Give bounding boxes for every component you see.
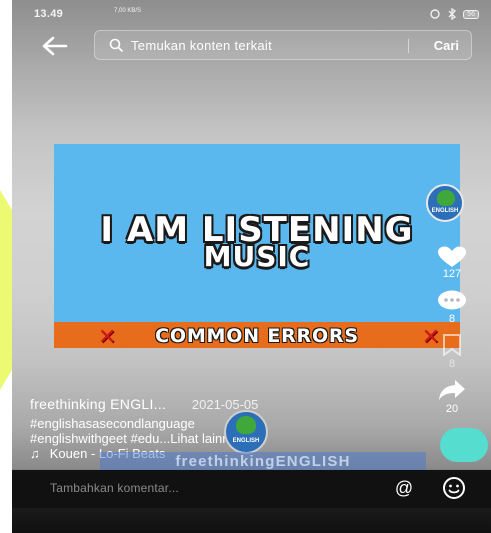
share-count: 20 — [445, 403, 459, 415]
page: 13.49 7,00 KB/S 56 Temukan konten terkai… — [0, 0, 491, 533]
comment-count: 8 — [448, 313, 456, 325]
alarm-icon — [430, 9, 440, 19]
search-input[interactable]: Temukan konten terkait — [131, 38, 272, 53]
network-speed: 7,00 KB/S — [114, 8, 142, 14]
comment-bar: Tambahkan komentar... @ — [12, 470, 491, 508]
channel-watermark: ENGLISH freethinkingENGLISH — [100, 410, 426, 472]
search-bar[interactable]: Temukan konten terkait Cari — [94, 30, 472, 60]
comment-icon — [438, 290, 466, 310]
favorite-count: 8 — [448, 358, 456, 370]
logo-label: ENGLISH — [232, 438, 260, 444]
like-count: 127 — [442, 268, 462, 280]
back-arrow-icon — [42, 36, 68, 56]
favorite-button[interactable] — [432, 334, 472, 361]
video-title-line2: MUSIC — [203, 240, 311, 273]
creator-avatar[interactable]: ENGLISH — [426, 184, 464, 222]
music-disc[interactable] — [440, 428, 488, 462]
parrot-logo-icon — [437, 190, 455, 206]
channel-logo: ENGLISH — [224, 410, 268, 454]
music-note-icon: ♫ — [30, 446, 40, 461]
parrot-logo-icon — [236, 416, 256, 434]
common-errors-banner: ✕ COMMON ERRORS ✕ — [54, 322, 460, 348]
video-thumbnail[interactable]: I AM LISTENING MUSIC ✕ COMMON ERRORS ✕ — [54, 144, 460, 348]
status-bar: 13.49 7,00 KB/S 56 — [12, 6, 491, 24]
status-icons: 56 — [429, 8, 479, 20]
heart-icon — [438, 246, 466, 267]
search-divider — [408, 39, 409, 53]
comment-input[interactable]: Tambahkan komentar... — [50, 481, 179, 495]
search-button[interactable]: Cari — [434, 38, 459, 53]
bookmark-icon — [443, 334, 461, 357]
status-time: 13.49 — [34, 8, 64, 20]
battery-icon: 56 — [463, 9, 479, 19]
mention-icon[interactable]: @ — [392, 476, 416, 500]
back-button[interactable] — [40, 34, 70, 58]
phone-screen: 13.49 7,00 KB/S 56 Temukan konten terkai… — [12, 0, 491, 533]
search-icon — [109, 38, 123, 52]
emoji-icon[interactable] — [442, 476, 466, 500]
banner-text: COMMON ERRORS — [155, 325, 359, 347]
channel-name: freethinkingENGLISH — [100, 452, 426, 472]
bluetooth-icon — [448, 8, 457, 20]
avatar-label: ENGLISH — [431, 208, 459, 214]
share-icon — [439, 380, 465, 400]
